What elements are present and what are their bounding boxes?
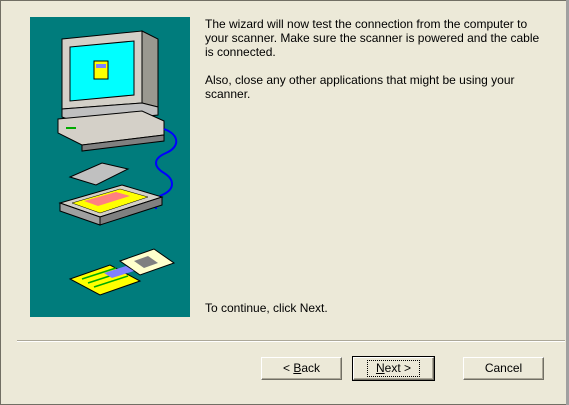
cancel-button[interactable]: Cancel xyxy=(463,357,544,380)
continue-hint: To continue, click Next. xyxy=(205,301,328,315)
wizard-message: The wizard will now test the connection … xyxy=(205,17,545,115)
wizard-illustration xyxy=(30,17,190,317)
close-apps-paragraph: Also, close any other applications that … xyxy=(205,73,515,101)
next-button[interactable]: Next > xyxy=(352,356,435,381)
next-label: ext > xyxy=(384,361,412,375)
computer-icon xyxy=(57,30,165,152)
back-button[interactable]: < Back xyxy=(261,357,342,380)
wizard-dialog: The wizard will now test the connection … xyxy=(0,0,569,405)
next-mnemonic: N xyxy=(375,361,385,375)
separator xyxy=(17,340,565,342)
documents-icon xyxy=(68,248,176,296)
back-label: ack xyxy=(301,361,321,375)
next-focus-rect: Next > xyxy=(366,360,421,377)
scanner-icon xyxy=(58,162,164,226)
instructions-paragraph: The wizard will now test the connection … xyxy=(205,17,540,59)
back-prefix: < xyxy=(282,361,294,375)
